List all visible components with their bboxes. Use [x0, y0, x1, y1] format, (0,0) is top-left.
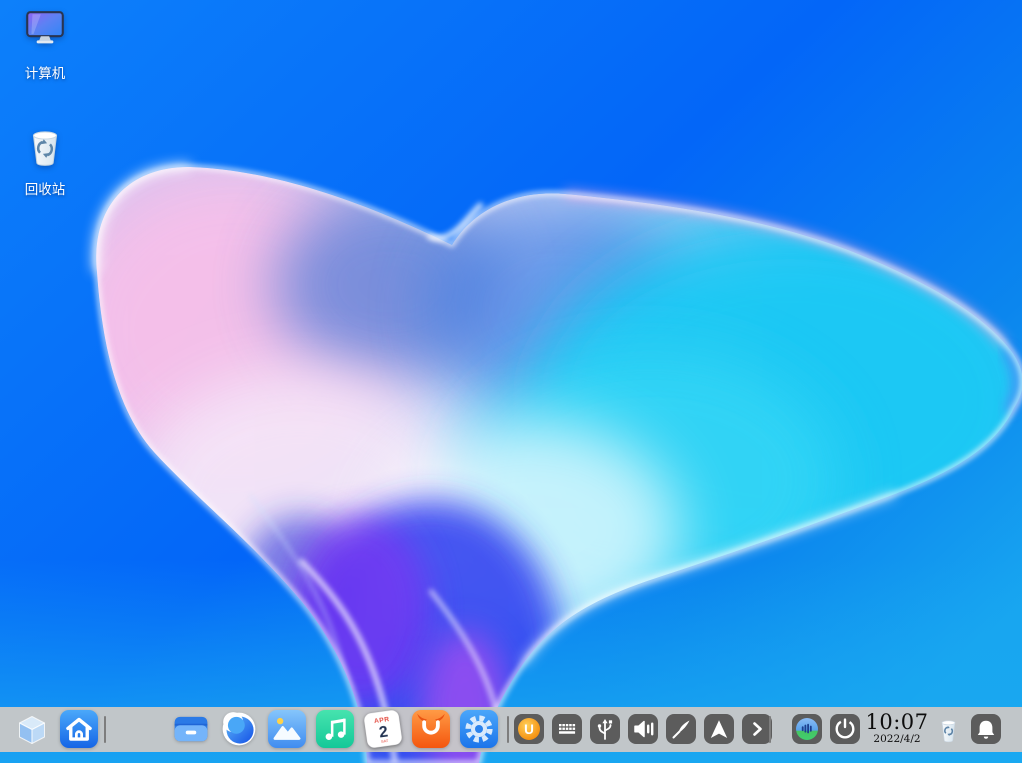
- dock-separator: [769, 716, 771, 743]
- music-note-icon: [316, 710, 354, 748]
- clock-date: 2022/4/2: [862, 733, 932, 746]
- dock-app-control-center[interactable]: [460, 710, 498, 748]
- desktop-icon-label: 计算机: [25, 66, 66, 81]
- trash-icon[interactable]: [936, 715, 961, 744]
- gear-icon: [460, 710, 498, 748]
- folder-icon: [172, 710, 210, 748]
- usb-icon: [590, 714, 620, 744]
- uos-id-icon: U: [514, 714, 544, 744]
- dock-app-browser[interactable]: [220, 710, 258, 748]
- home-icon: [60, 710, 98, 748]
- chevron-right-icon: [742, 714, 772, 744]
- speaker-icon: [628, 714, 658, 744]
- browser-swirl-icon: [220, 710, 258, 748]
- launcher-button[interactable]: [60, 710, 98, 748]
- dock-separator: [507, 716, 509, 743]
- dock-app-file-manager[interactable]: [172, 710, 210, 748]
- dock-app-app-store[interactable]: [412, 710, 450, 748]
- tray-uos-id[interactable]: U: [514, 714, 544, 744]
- tray-voice-assistant[interactable]: [792, 714, 822, 744]
- tray-shutdown[interactable]: [830, 714, 860, 744]
- brush-icon: [666, 714, 696, 744]
- workspaces-cube-icon[interactable]: [14, 712, 50, 748]
- desktop-icon-label: 回收站: [25, 182, 66, 197]
- computer-icon: [22, 8, 68, 54]
- tray-screen-capture[interactable]: [666, 714, 696, 744]
- desktop-icon-recycle-bin[interactable]: 回收站: [6, 124, 84, 197]
- dock-app-calendar[interactable]: APR 2 SAT: [362, 708, 405, 751]
- voice-globe-icon: [792, 714, 822, 744]
- tray-grand-search[interactable]: [704, 714, 734, 744]
- dock-clock[interactable]: 10:07 2022/4/2: [862, 711, 932, 746]
- dock-app-music[interactable]: [316, 710, 354, 748]
- keyboard-icon: [552, 714, 582, 744]
- uos-id-letter: U: [524, 722, 534, 737]
- tray-volume[interactable]: [628, 714, 658, 744]
- tray-expand-button[interactable]: [742, 714, 772, 744]
- recycle-bin-icon: [22, 124, 68, 170]
- paper-plane-icon: [704, 714, 734, 744]
- tray-usb-device[interactable]: [590, 714, 620, 744]
- bell-icon: [971, 714, 1001, 744]
- power-icon: [830, 714, 860, 744]
- tray-notification-center[interactable]: [971, 714, 1001, 744]
- dock-separator: [104, 716, 106, 743]
- mountain-photo-icon: [268, 710, 306, 748]
- desktop-icon-computer[interactable]: 计算机: [6, 8, 84, 81]
- dock-app-album[interactable]: [268, 710, 306, 748]
- dock: APR 2 SAT U: [0, 707, 1022, 752]
- clock-time: 10:07: [862, 711, 932, 733]
- wallpaper: [0, 0, 1022, 763]
- calendar-icon: APR 2 SAT: [362, 708, 405, 751]
- tray-onscreen-keyboard[interactable]: [552, 714, 582, 744]
- shopping-bag-icon: [412, 710, 450, 748]
